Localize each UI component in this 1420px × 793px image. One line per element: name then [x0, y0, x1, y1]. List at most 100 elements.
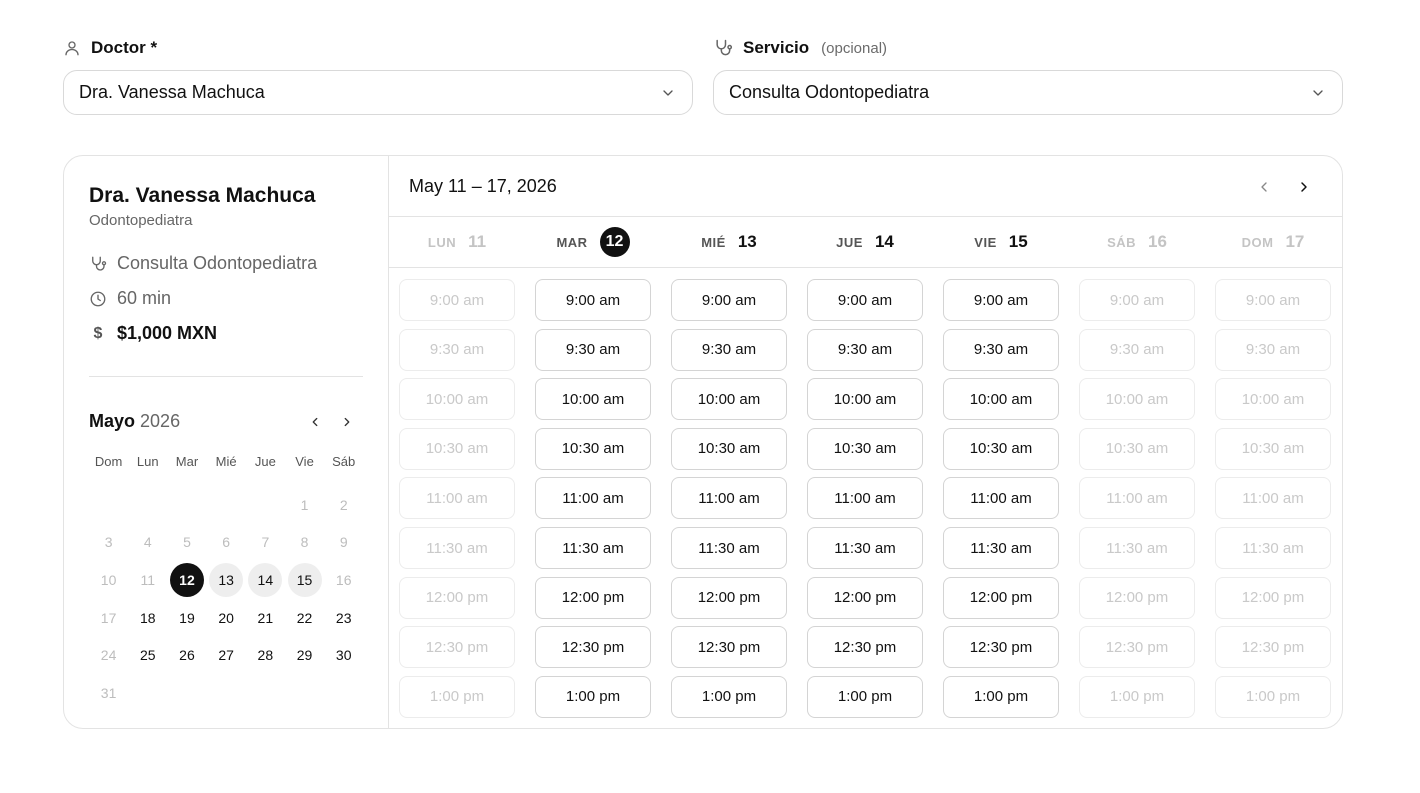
calendar-day-21[interactable]: 21 [246, 599, 285, 637]
user-icon [63, 39, 81, 57]
time-slot-button[interactable]: 1:00 pm [535, 675, 651, 718]
calendar-day-1: 1 [285, 486, 324, 524]
time-slot-button[interactable]: 9:00 am [943, 279, 1059, 321]
time-slot-button[interactable]: 1:00 pm [807, 675, 923, 718]
calendar-day-number: 23 [335, 609, 352, 626]
calendar-blank [167, 486, 206, 524]
time-slot-button[interactable]: 10:30 am [943, 427, 1059, 470]
calendar-day-14[interactable]: 14 [246, 561, 285, 599]
calendar-day-28[interactable]: 28 [246, 636, 285, 674]
calendar-day-8: 8 [285, 524, 324, 562]
calendar-day-number: 21 [257, 609, 274, 626]
calendar-day-number: 22 [296, 609, 313, 626]
time-slot-button[interactable]: 10:30 am [807, 427, 923, 470]
time-slot-button[interactable]: 12:30 pm [671, 626, 787, 669]
calendar-day-number: 4 [143, 534, 152, 551]
day-date: 11 [468, 232, 487, 251]
time-slot-button[interactable]: 11:00 am [807, 477, 923, 520]
day-date: 15 [1008, 232, 1028, 251]
price-text: $1,000 MXN [117, 323, 218, 343]
doctor-name: Dra. Vanessa Machuca [89, 184, 316, 207]
calendar-day-5: 5 [167, 524, 206, 562]
calendar-day-29[interactable]: 29 [285, 636, 324, 674]
calendar-days-grid: 1 2 3 4 5 6 7 8 9 10 11 12 13 14 15 16 17 18 19 20 21 22 23 24 2… [89, 486, 363, 712]
time-slot-button[interactable]: 12:30 pm [807, 626, 923, 669]
calendar-blank [89, 486, 128, 524]
doctor-select[interactable]: Dra. Vanessa Machuca [63, 70, 693, 115]
stethoscope-icon [89, 255, 107, 273]
calendar-day-number: 30 [335, 647, 352, 664]
time-slot-button[interactable]: 11:00 am [535, 477, 651, 520]
calendar-day-26[interactable]: 26 [167, 636, 206, 674]
day-name: MIÉ [701, 234, 726, 250]
calendar-day-number: 11 [140, 571, 156, 588]
service-info: Consulta Odontopediatra [89, 253, 317, 274]
chevron-down-icon [660, 85, 676, 101]
time-slot-button[interactable]: 12:00 pm [671, 576, 787, 619]
time-slot-button[interactable]: 9:00 am [535, 279, 651, 321]
calendar-day-25[interactable]: 25 [128, 636, 167, 674]
time-slot-button[interactable]: 12:00 pm [943, 576, 1059, 619]
chevron-left-icon [312, 417, 318, 427]
service-select-value: Consulta Odontopediatra [729, 82, 930, 102]
calendar-day-13[interactable]: 13 [207, 561, 246, 599]
calendar-day-30[interactable]: 30 [324, 636, 363, 674]
time-slot-button: 11:00 am [399, 477, 515, 520]
time-slot-button[interactable]: 11:00 am [671, 477, 787, 520]
duration-text: 60 min [117, 288, 172, 308]
time-slot-button[interactable]: 9:30 am [671, 328, 787, 371]
calendar-day-number: 3 [104, 534, 113, 551]
calendar-day-23[interactable]: 23 [324, 599, 363, 637]
calendar-next-month-button[interactable] [337, 412, 357, 432]
time-slot-button[interactable]: 9:00 am [807, 279, 923, 321]
weekday-label: Jue [254, 453, 276, 469]
time-slot-button: 10:30 am [399, 427, 515, 470]
calendar-day-number: 18 [139, 609, 156, 626]
week-range-title: May 11 – 17, 2026 [409, 176, 557, 196]
calendar-day-number: 25 [139, 647, 156, 664]
time-slot-button[interactable]: 1:00 pm [671, 675, 787, 718]
calendar-day-number: 1 [300, 496, 309, 513]
price-info: $ $1,000 MXN [89, 323, 218, 344]
time-slot-button[interactable]: 10:00 am [943, 378, 1059, 421]
calendar-day-19[interactable]: 19 [167, 599, 206, 637]
time-slot-button[interactable]: 9:00 am [671, 279, 787, 321]
calendar-day-12[interactable]: 12 [167, 561, 206, 599]
day-header-mar: MAR 12 [525, 217, 661, 267]
time-slot-button[interactable]: 10:30 am [671, 427, 787, 470]
next-week-button[interactable] [1293, 176, 1315, 198]
time-slot-button[interactable]: 11:30 am [671, 527, 787, 569]
weekday-label: Vie [295, 453, 314, 469]
previous-week-button[interactable] [1253, 176, 1275, 198]
calendar-day-20[interactable]: 20 [207, 599, 246, 637]
time-slot-button[interactable]: 1:00 pm [943, 675, 1059, 718]
time-slot-button[interactable]: 12:00 pm [807, 576, 923, 619]
calendar-prev-month-button[interactable] [305, 412, 325, 432]
calendar-day-18[interactable]: 18 [128, 599, 167, 637]
time-slot-button[interactable]: 11:30 am [807, 527, 923, 569]
time-slot-button[interactable]: 12:30 pm [943, 626, 1059, 669]
time-slot-button[interactable]: 11:30 am [535, 527, 651, 569]
time-slot-button[interactable]: 10:00 am [807, 378, 923, 421]
doctor-specialty: Odontopediatra [89, 212, 193, 229]
calendar-day-number: 2 [339, 496, 348, 513]
time-slot-button[interactable]: 11:30 am [943, 527, 1059, 569]
time-slot-button[interactable]: 9:30 am [535, 328, 651, 371]
time-slot-button[interactable]: 10:30 am [535, 427, 651, 470]
time-slot-button[interactable]: 12:00 pm [535, 576, 651, 619]
mini-calendar: Dom Lun Mar Mié Jue Vie Sáb 1 2 3 4 5 6 7 8 9 10 11 12 13 1… [89, 448, 363, 712]
time-slot-button[interactable]: 12:30 pm [535, 626, 651, 669]
calendar-day-22[interactable]: 22 [285, 599, 324, 637]
time-slot-button[interactable]: 10:00 am [535, 378, 651, 421]
service-select[interactable]: Consulta Odontopediatra [713, 70, 1343, 115]
time-slot-button[interactable]: 10:00 am [671, 378, 787, 421]
time-slot-button: 12:30 pm [1079, 626, 1195, 669]
calendar-day-number: 24 [100, 647, 117, 664]
service-optional-label: (opcional) [821, 39, 888, 57]
time-slot-button: 11:00 am [1079, 477, 1195, 520]
time-slot-button[interactable]: 9:30 am [807, 328, 923, 371]
calendar-day-15[interactable]: 15 [285, 561, 324, 599]
time-slot-button[interactable]: 11:00 am [943, 477, 1059, 520]
calendar-day-27[interactable]: 27 [207, 636, 246, 674]
time-slot-button[interactable]: 9:30 am [943, 328, 1059, 371]
